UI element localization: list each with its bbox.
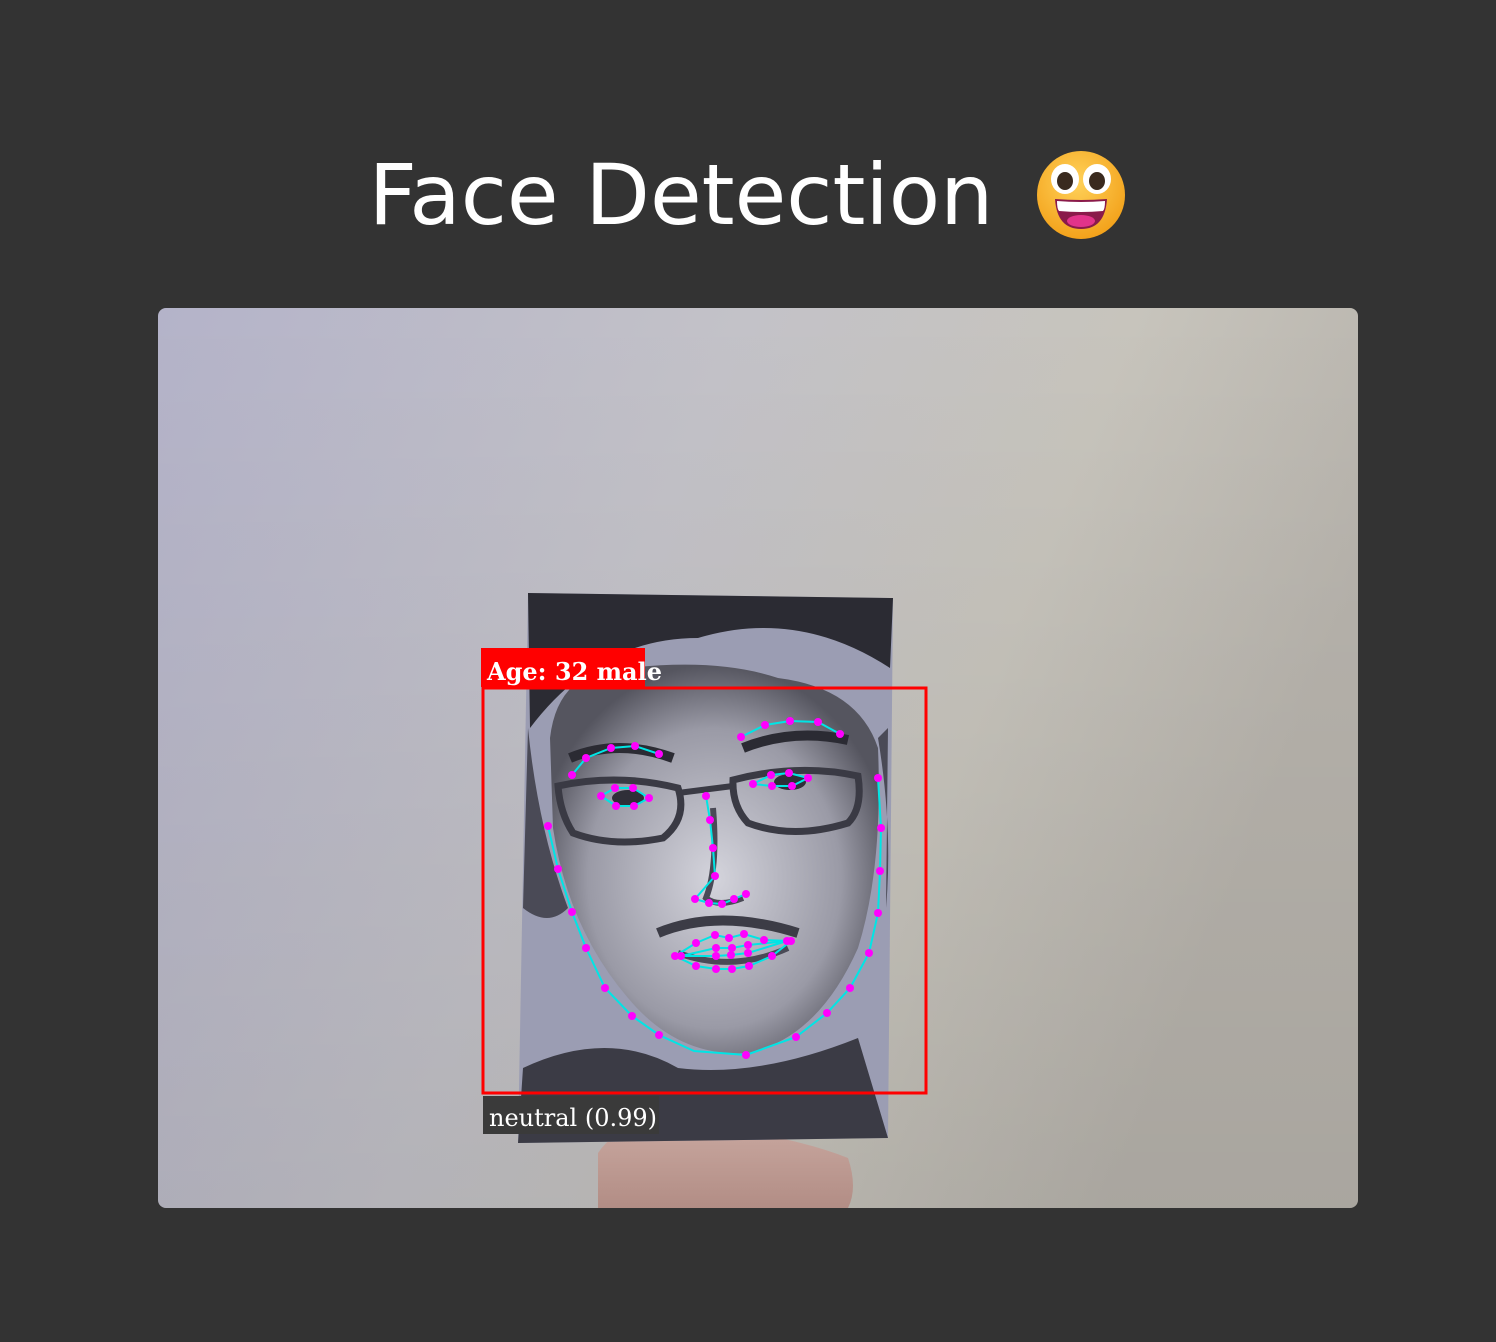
webcam-video-frame: Age: 32 male neutral (0.99) — [158, 308, 1358, 1208]
grinning-face-emoji-icon — [1037, 151, 1126, 239]
title-row: Face Detection — [0, 130, 1496, 260]
face-detection-page: Face Detection Age: 32 male neutral (0.9… — [0, 0, 1496, 1342]
age-gender-label: Age: 32 male — [486, 657, 662, 686]
page-title: Face Detection — [368, 146, 994, 244]
expression-label: neutral (0.99) — [489, 1104, 657, 1132]
